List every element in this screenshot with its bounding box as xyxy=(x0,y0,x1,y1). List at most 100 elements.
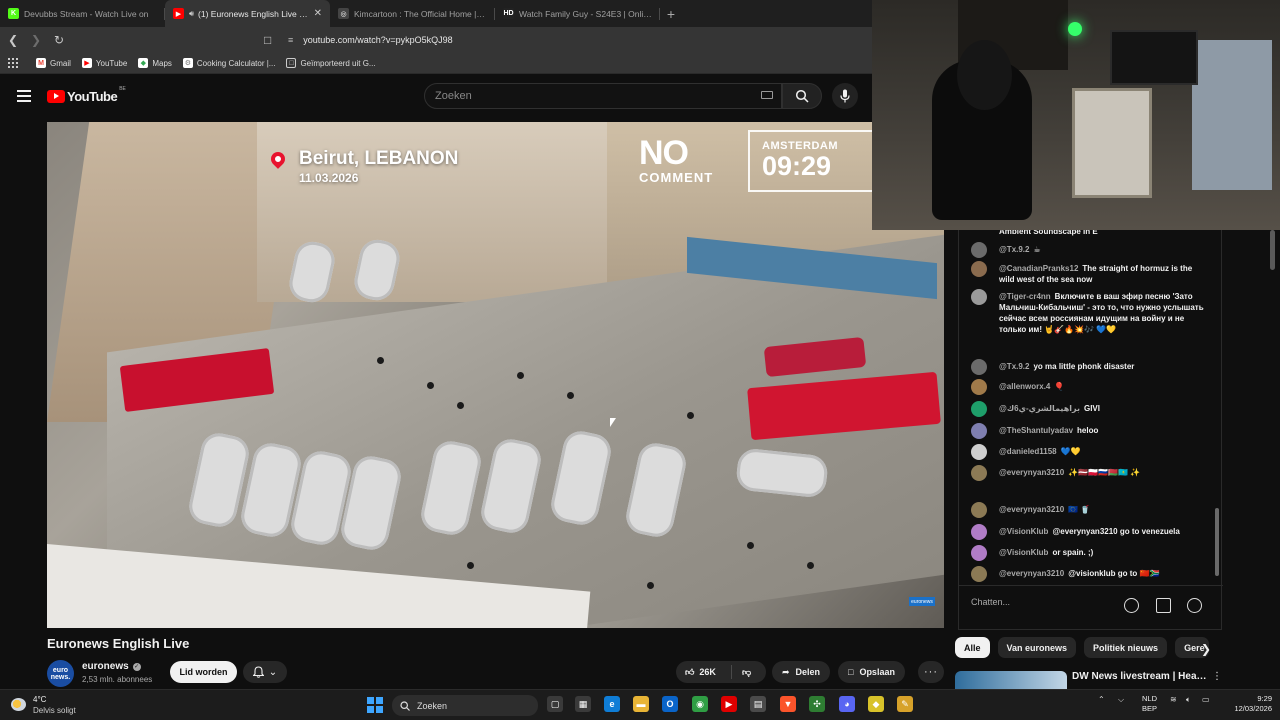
join-button[interactable]: Lid worden xyxy=(170,661,237,683)
browser-tab[interactable]: K Devubbs Stream - Watch Live on xyxy=(0,0,165,27)
outlook-icon[interactable]: O xyxy=(662,696,678,712)
youtube-app-icon[interactable]: ▶ xyxy=(721,696,737,712)
chat-author[interactable]: @everynyan3210 xyxy=(999,505,1064,514)
chat-message[interactable]: @allenworx.4 🎈 xyxy=(971,379,1207,395)
chat-author[interactable]: @allenworx.4 xyxy=(999,382,1050,391)
task-view-icon[interactable]: ▢ xyxy=(547,696,563,712)
widgets-icon[interactable]: ▦ xyxy=(575,696,591,712)
browser-tab[interactable]: HD Watch Family Guy - S24E3 | Online H xyxy=(495,0,660,27)
avatar[interactable] xyxy=(971,401,987,417)
channel-name[interactable]: euronews ✓ xyxy=(82,661,141,672)
chat-message[interactable]: @TheShantulyadav heloo xyxy=(971,423,1207,439)
filter-chip[interactable]: Politiek nieuws xyxy=(1084,637,1168,658)
chat-message[interactable]: @CanadianPranks12 The straight of hormuz … xyxy=(971,261,1207,285)
bookmark-item[interactable]: ⚙ Cooking Calculator |... xyxy=(182,58,275,68)
start-button[interactable] xyxy=(367,697,383,713)
calculator-app-icon[interactable]: ▤ xyxy=(750,696,766,712)
chat-author[interactable]: @everynyan3210 xyxy=(999,569,1064,578)
heart-icon[interactable] xyxy=(1187,598,1202,613)
bookmark-item[interactable]: M Gmail xyxy=(36,58,71,68)
site-info-icon[interactable]: ≡ xyxy=(288,35,293,45)
chat-message[interactable]: @danieled1158 💙💛 xyxy=(971,444,1207,460)
menu-icon[interactable] xyxy=(17,90,31,102)
usb-icon[interactable]: ⌵ xyxy=(1118,695,1124,705)
avatar[interactable] xyxy=(971,423,987,439)
video-player[interactable]: Beirut, LEBANON 11.03.2026 NO COMMENT AM… xyxy=(47,122,944,628)
chat-message[interactable]: @VisionKlub or spain. ;) xyxy=(971,545,1207,561)
taskbar-clock[interactable]: 9:29 12/03/2026 xyxy=(1222,694,1272,714)
browser-tab[interactable]: ▶ 🔊︎ (1) Euronews English Live - Yo ✕ xyxy=(165,0,330,27)
tab-close-icon[interactable]: ✕ xyxy=(314,8,322,19)
search-input[interactable]: Zoeken xyxy=(424,83,782,109)
bookmark-item[interactable]: ▶ YouTube xyxy=(81,58,127,68)
discord-icon[interactable]: ◕ xyxy=(839,696,855,712)
more-actions-icon[interactable]: ··· xyxy=(918,661,944,683)
bookmark-item[interactable]: □ Geïmporteerd uit G... xyxy=(286,58,376,68)
chat-message[interactable]: @Tiger-cr4nn Включите в ваш эфир песню 'З… xyxy=(971,289,1207,335)
bookmark-icon[interactable]: □ xyxy=(264,33,280,47)
chat-message[interactable]: @Tx.9.2 yo ma little phonk disaster xyxy=(971,359,1207,375)
file-explorer-icon[interactable]: ▬ xyxy=(633,696,649,712)
avatar[interactable] xyxy=(971,524,987,540)
avatar[interactable] xyxy=(971,566,987,582)
filter-chip[interactable]: Van euronews xyxy=(997,637,1077,658)
search-button[interactable] xyxy=(782,83,822,109)
notification-bell-button[interactable]: ⌄ xyxy=(243,661,287,683)
voice-search-button[interactable] xyxy=(832,83,858,109)
chat-message[interactable]: @Tx.9.2 ☕ xyxy=(971,242,1207,258)
like-button[interactable]: 👍︎ 26K xyxy=(676,665,732,679)
forward-icon[interactable]: ❯ xyxy=(26,30,46,50)
avatar[interactable] xyxy=(971,444,987,460)
avatar[interactable] xyxy=(971,359,987,375)
weather-temperature[interactable]: 4°C xyxy=(33,695,46,704)
notes-icon[interactable]: ✎ xyxy=(897,696,913,712)
tab-audio-icon[interactable]: 🔊︎ xyxy=(189,9,194,19)
chat-author[interactable]: @براهيمالشري-ي6ك xyxy=(999,404,1080,413)
chat-message[interactable]: @VisionKlub @everynyan3210 go to venezuel… xyxy=(971,524,1207,540)
chat-message[interactable]: Ambient Soundscape In E xyxy=(971,230,1207,240)
avatar[interactable] xyxy=(971,379,987,395)
chat-author[interactable]: @VisionKlub xyxy=(999,548,1048,557)
chat-author[interactable]: @Tiger-cr4nn xyxy=(999,292,1051,301)
chat-message[interactable]: @everynyan3210 🇪🇺 🥤 xyxy=(971,502,1207,518)
avatar[interactable] xyxy=(971,545,987,561)
youtube-logo[interactable]: YouTube BE xyxy=(47,86,126,104)
brave-icon[interactable]: ▼ xyxy=(780,696,796,712)
super-chat-icon[interactable] xyxy=(1156,598,1171,613)
recommendation-title[interactable]: DW News livestream | Headline xyxy=(1072,671,1208,682)
chat-message[interactable]: @everynyan3210 ✨🇱🇻🇵🇱🇷🇺🇧🇾🇰🇿 ✨ xyxy=(971,465,1207,481)
emoji-icon[interactable] xyxy=(1124,598,1139,613)
back-icon[interactable]: ❮ xyxy=(3,30,23,50)
avatar[interactable] xyxy=(971,465,987,481)
avatar[interactable] xyxy=(971,502,987,518)
dislike-button[interactable]: 👎︎ xyxy=(732,667,751,678)
chat-message[interactable]: @everynyan3210 @visionklub go to 🇨🇳🇿🇦 xyxy=(971,566,1207,582)
avatar[interactable] xyxy=(971,289,987,305)
chat-author[interactable]: @danieled1158 xyxy=(999,447,1057,456)
weather-description[interactable]: Delvis soligt xyxy=(33,706,76,715)
language-indicator[interactable]: NLD BEP xyxy=(1142,694,1157,714)
avatar[interactable] xyxy=(971,261,987,277)
chrome-icon[interactable]: ◉ xyxy=(692,696,708,712)
tray-chevron-icon[interactable]: ⌃ xyxy=(1098,695,1105,704)
keyboard-icon[interactable] xyxy=(761,91,773,99)
weather-icon[interactable] xyxy=(11,698,26,711)
chevron-right-icon[interactable]: ❯ xyxy=(1196,639,1216,659)
wifi-icon[interactable]: ≋ xyxy=(1170,695,1177,704)
filter-chip[interactable]: Alle xyxy=(955,637,990,658)
chat-author[interactable]: @CanadianPranks12 xyxy=(999,264,1078,273)
chat-author[interactable]: @Tx.9.2 xyxy=(999,245,1029,254)
browser-tab[interactable]: ◎ Kimcartoon : The Official Home | kim xyxy=(330,0,495,27)
chat-author[interactable]: @everynyan3210 xyxy=(999,468,1064,477)
chat-message[interactable]: @براهيمالشري-ي6ك GIVI xyxy=(971,401,1207,417)
taskbar-search[interactable]: Zoeken xyxy=(392,695,538,716)
address-bar[interactable]: ≡ youtube.com/watch?v=pykpO5kQJ98 xyxy=(288,35,453,45)
share-button[interactable]: ➦ Delen xyxy=(772,661,831,683)
channel-avatar[interactable]: euro news. xyxy=(47,660,74,687)
sidebar-scrollbar[interactable] xyxy=(1270,230,1275,270)
chat-author[interactable]: @VisionKlub xyxy=(999,527,1048,536)
chat-messages[interactable]: Ambient Soundscape In E @Tx.9.2 ☕ @Canadian… xyxy=(959,230,1209,585)
chat-author[interactable]: @Tx.9.2 xyxy=(999,362,1029,371)
chat-scrollbar[interactable] xyxy=(1215,508,1219,576)
new-tab-icon[interactable]: + xyxy=(660,0,682,27)
